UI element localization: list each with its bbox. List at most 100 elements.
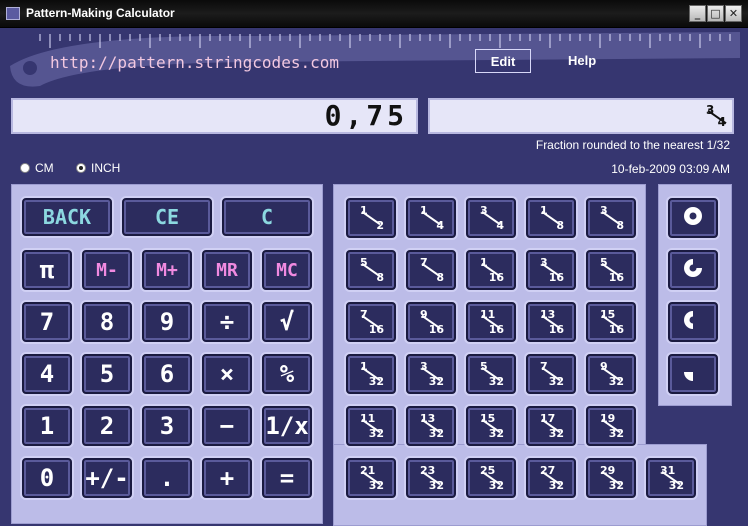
fraction-key-13-16[interactable]: 13 16: [526, 302, 576, 342]
fraction-label: 11 16: [480, 308, 504, 336]
fraction-label: 15 16: [600, 308, 624, 336]
fraction-label: 7 16: [360, 308, 384, 336]
fraction-label: 78: [420, 256, 444, 284]
fraction-key-9-16[interactable]: 9 16: [406, 302, 456, 342]
fraction-key-27-32[interactable]: 27 32: [526, 458, 576, 498]
key-equals[interactable]: =: [262, 458, 312, 498]
fraction-label: 34: [480, 204, 504, 232]
key-5[interactable]: 5: [82, 354, 132, 394]
shape-key-2[interactable]: [668, 302, 718, 342]
fraction-key-3-32[interactable]: 3 32: [406, 354, 456, 394]
fraction-key-1-16[interactable]: 1 16: [466, 250, 516, 290]
fraction-key-17-32[interactable]: 17 32: [526, 406, 576, 446]
key-8[interactable]: 8: [82, 302, 132, 342]
fraction-key-3-8[interactable]: 38: [586, 198, 636, 238]
key-m-minus[interactable]: M-: [82, 250, 132, 290]
fraction-key-7-8[interactable]: 78: [406, 250, 456, 290]
fraction-label: 13 32: [420, 412, 444, 440]
window-title: Pattern-Making Calculator: [26, 6, 175, 20]
key-2[interactable]: 2: [82, 406, 132, 446]
app-icon: [6, 7, 20, 20]
fraction-label: 25 32: [480, 464, 504, 492]
fraction-key-1-4[interactable]: 14: [406, 198, 456, 238]
key-1[interactable]: 1: [22, 406, 72, 446]
fraction-key-15-32[interactable]: 15 32: [466, 406, 516, 446]
fraction-key-15-16[interactable]: 15 16: [586, 302, 636, 342]
key-decimal[interactable]: .: [142, 458, 192, 498]
key-3[interactable]: 3: [142, 406, 192, 446]
fraction-key-13-32[interactable]: 13 32: [406, 406, 456, 446]
fraction-key-11-32[interactable]: 11 32: [346, 406, 396, 446]
full-circle-icon: [682, 205, 704, 231]
date-time: 10-feb-2009 03:09 AM: [611, 162, 730, 176]
key-divide[interactable]: ÷: [202, 302, 252, 342]
key-6[interactable]: 6: [142, 354, 192, 394]
close-button[interactable]: ✕: [725, 5, 742, 22]
fraction-key-3-16[interactable]: 3 16: [526, 250, 576, 290]
key-minus[interactable]: −: [202, 406, 252, 446]
key-9[interactable]: 9: [142, 302, 192, 342]
fraction-key-3-4[interactable]: 34: [466, 198, 516, 238]
fraction-label: 11 32: [360, 412, 384, 440]
maximize-button[interactable]: □: [707, 5, 724, 22]
fraction-key-31-32[interactable]: 31 32: [646, 458, 696, 498]
fraction-key-9-32[interactable]: 9 32: [586, 354, 636, 394]
key-multiply[interactable]: ×: [202, 354, 252, 394]
fraction-label: 38: [600, 204, 624, 232]
fraction-key-29-32[interactable]: 29 32: [586, 458, 636, 498]
fraction-key-7-16[interactable]: 7 16: [346, 302, 396, 342]
fraction-label: 14: [420, 204, 444, 232]
fraction-label: 29 32: [600, 464, 624, 492]
help-menu-button[interactable]: Help: [568, 53, 596, 68]
key-reciprocal[interactable]: 1/x: [262, 406, 312, 446]
fraction-key-1-2[interactable]: 12: [346, 198, 396, 238]
main-display: 0,75: [11, 98, 418, 134]
fraction-label: 9 16: [420, 308, 444, 336]
key-pi[interactable]: π: [22, 250, 72, 290]
calculator-body: http://pattern.stringcodes.com Edit Help…: [0, 28, 748, 526]
key-sqrt[interactable]: √: [262, 302, 312, 342]
key-plus-minus[interactable]: +/-: [82, 458, 132, 498]
key-ce[interactable]: CE: [122, 198, 212, 236]
fraction-key-25-32[interactable]: 25 32: [466, 458, 516, 498]
fraction-key-5-16[interactable]: 5 16: [586, 250, 636, 290]
fraction-key-21-32[interactable]: 21 32: [346, 458, 396, 498]
inch-radio[interactable]: INCH: [76, 161, 120, 175]
rounding-note: Fraction rounded to the nearest 1/32: [535, 138, 730, 152]
fraction-key-1-8[interactable]: 18: [526, 198, 576, 238]
fraction-key-19-32[interactable]: 19 32: [586, 406, 636, 446]
key-4[interactable]: 4: [22, 354, 72, 394]
title-bar: Pattern-Making Calculator _ □ ✕: [0, 0, 748, 28]
fraction-display: 34: [428, 98, 734, 134]
shape-key-0[interactable]: [668, 198, 718, 238]
key-percent[interactable]: %: [262, 354, 312, 394]
fraction-key-11-16[interactable]: 11 16: [466, 302, 516, 342]
fraction-key-7-32[interactable]: 7 32: [526, 354, 576, 394]
fraction-label: 5 16: [600, 256, 624, 284]
fraction-label: 12: [360, 204, 384, 232]
half-circle-icon: [682, 309, 704, 335]
minimize-button[interactable]: _: [689, 5, 706, 22]
fraction-key-5-8[interactable]: 58: [346, 250, 396, 290]
key-mr[interactable]: MR: [202, 250, 252, 290]
cm-radio[interactable]: CM: [20, 161, 54, 175]
key-7[interactable]: 7: [22, 302, 72, 342]
fraction-result: 34: [704, 102, 727, 130]
edit-menu-button[interactable]: Edit: [475, 49, 531, 73]
fraction-label: 3 16: [540, 256, 564, 284]
key-back[interactable]: BACK: [22, 198, 112, 236]
key-m-plus[interactable]: M+: [142, 250, 192, 290]
fraction-label: 18: [540, 204, 564, 232]
shape-key-1[interactable]: [668, 250, 718, 290]
fraction-label: 3 32: [420, 360, 444, 388]
key-mc[interactable]: MC: [262, 250, 312, 290]
fraction-key-1-32[interactable]: 1 32: [346, 354, 396, 394]
shape-key-3[interactable]: [668, 354, 718, 394]
fraction-key-23-32[interactable]: 23 32: [406, 458, 456, 498]
website-url[interactable]: http://pattern.stringcodes.com: [50, 53, 339, 72]
fraction-label: 17 32: [540, 412, 564, 440]
key-0[interactable]: 0: [22, 458, 72, 498]
fraction-key-5-32[interactable]: 5 32: [466, 354, 516, 394]
key-plus[interactable]: +: [202, 458, 252, 498]
key-c[interactable]: C: [222, 198, 312, 236]
